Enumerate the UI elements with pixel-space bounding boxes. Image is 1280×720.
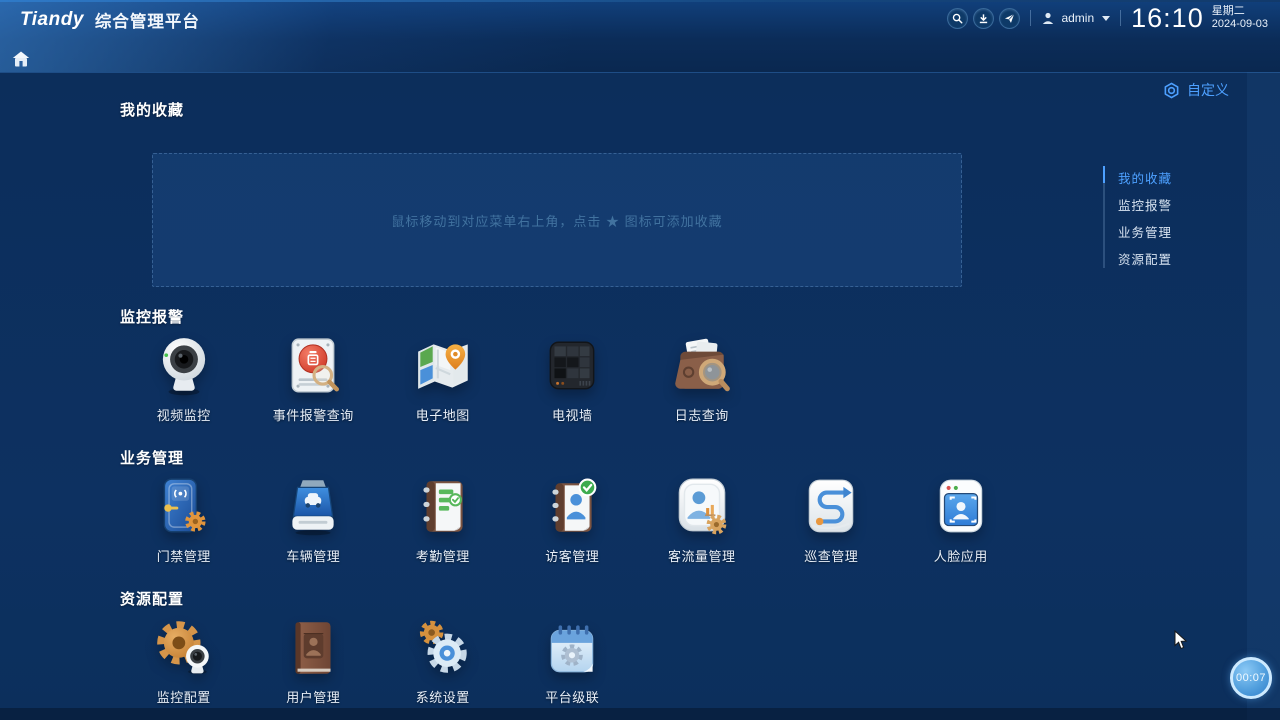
home-icon xyxy=(12,51,30,67)
app-label: 电子地图 xyxy=(416,405,470,424)
app-label: 人脸应用 xyxy=(934,546,988,565)
right-scroll-band xyxy=(1247,72,1280,720)
app-vehicle-management[interactable]: 车辆管理 xyxy=(249,474,379,565)
clock-date: 2024-09-03 xyxy=(1212,18,1268,31)
customize-button[interactable]: 自定义 xyxy=(1163,80,1229,100)
app-e-map[interactable]: 电子地图 xyxy=(378,333,508,424)
app-tv-wall[interactable]: 电视墙 xyxy=(508,333,638,424)
app-label: 平台级联 xyxy=(545,687,599,706)
user-menu[interactable]: admin xyxy=(1041,11,1110,25)
header-divider2 xyxy=(1120,10,1121,26)
alarm-search-icon xyxy=(280,333,346,399)
favorites-empty-hint: 鼠标移动到对应菜单右上角，点击 ★ 图标可添加收藏 xyxy=(391,211,722,230)
app-system-settings[interactable]: 系统设置 xyxy=(378,615,508,706)
app-label: 日志查询 xyxy=(675,405,729,424)
search-button[interactable] xyxy=(947,8,968,29)
anchor-item-favorites[interactable]: 我的收藏 xyxy=(1118,168,1172,187)
resources-row: 监控配置 用户管理 xyxy=(119,615,637,706)
app-label: 视频监控 xyxy=(157,405,211,424)
visitor-book-icon xyxy=(539,474,605,540)
app-patrol-management[interactable]: 巡查管理 xyxy=(767,474,897,565)
map-icon xyxy=(410,333,476,399)
app-user-management[interactable]: 用户管理 xyxy=(249,615,379,706)
user-name: admin xyxy=(1061,11,1094,25)
app-passenger-flow[interactable]: 客流量管理 xyxy=(637,474,767,565)
app-label: 访客管理 xyxy=(545,546,599,565)
app-label: 用户管理 xyxy=(286,687,340,706)
app-platform-cascade[interactable]: 平台级联 xyxy=(508,615,638,706)
tab-home[interactable] xyxy=(8,48,34,70)
anchor-item-business[interactable]: 业务管理 xyxy=(1118,222,1172,241)
section-title-favorites: 我的收藏 xyxy=(120,99,184,120)
countdown-timer[interactable]: 00:07 xyxy=(1230,657,1272,699)
system-gears-icon xyxy=(410,615,476,681)
paper-plane-icon xyxy=(1004,13,1015,24)
app-window: Tiandy 综合管理平台 admin 16:10 xyxy=(0,0,1280,720)
section-title-business: 业务管理 xyxy=(120,447,184,468)
section-title-monitor-alarm: 监控报警 xyxy=(120,306,184,327)
chevron-down-icon xyxy=(1102,16,1110,21)
webcam-icon xyxy=(151,333,217,399)
app-attendance-management[interactable]: 考勤管理 xyxy=(378,474,508,565)
attendance-book-icon xyxy=(410,474,476,540)
anchor-rail-active xyxy=(1103,166,1105,183)
favorites-empty-box: 鼠标移动到对应菜单右上角，点击 ★ 图标可添加收藏 xyxy=(152,153,962,287)
tiandy-logo: Tiandy xyxy=(20,9,84,31)
send-button[interactable] xyxy=(999,8,1020,29)
platform-cascade-icon xyxy=(539,615,605,681)
header-toolbar: admin 16:10 星期二 2024-09-03 xyxy=(947,0,1280,36)
vehicle-scanner-icon xyxy=(280,474,346,540)
app-label: 巡查管理 xyxy=(804,546,858,565)
anchor-item-resources[interactable]: 资源配置 xyxy=(1118,249,1172,268)
app-label: 系统设置 xyxy=(416,687,470,706)
section-title-resources: 资源配置 xyxy=(120,588,184,609)
bottom-strip xyxy=(0,708,1280,720)
access-door-icon xyxy=(151,474,217,540)
app-label: 监控配置 xyxy=(157,687,211,706)
app-visitor-management[interactable]: 访客管理 xyxy=(508,474,638,565)
app-label: 电视墙 xyxy=(552,405,593,424)
patrol-route-icon xyxy=(798,474,864,540)
clock-weekday: 星期二 xyxy=(1212,5,1268,18)
countdown-value: 00:07 xyxy=(1236,672,1266,684)
customize-label: 自定义 xyxy=(1187,80,1229,100)
user-icon xyxy=(1041,11,1055,25)
app-log-query[interactable]: 日志查询 xyxy=(637,333,767,424)
top-header: Tiandy 综合管理平台 admin 16:10 xyxy=(0,0,1280,73)
camera-config-icon xyxy=(151,615,217,681)
customize-gear-icon xyxy=(1163,82,1180,99)
app-label: 车辆管理 xyxy=(286,546,340,565)
passenger-flow-icon xyxy=(669,474,735,540)
download-icon xyxy=(978,13,989,24)
search-icon xyxy=(952,13,963,24)
log-search-icon xyxy=(669,333,735,399)
anchor-item-monitor-alarm[interactable]: 监控报警 xyxy=(1118,195,1172,214)
app-access-control[interactable]: 门禁管理 xyxy=(119,474,249,565)
tv-wall-icon xyxy=(539,333,605,399)
app-event-alarm-query[interactable]: 事件报警查询 xyxy=(249,333,379,424)
mouse-cursor xyxy=(1174,630,1188,650)
user-book-icon xyxy=(280,615,346,681)
clock: 16:10 星期二 2024-09-03 xyxy=(1131,3,1268,34)
brand: Tiandy 综合管理平台 xyxy=(20,8,200,32)
app-video-surveillance[interactable]: 视频监控 xyxy=(119,333,249,424)
clock-time: 16:10 xyxy=(1131,3,1204,34)
product-title: 综合管理平台 xyxy=(95,8,200,32)
app-label: 门禁管理 xyxy=(157,546,211,565)
app-label: 事件报警查询 xyxy=(273,405,354,424)
face-recognition-icon xyxy=(928,474,994,540)
download-button[interactable] xyxy=(973,8,994,29)
app-face-application[interactable]: 人脸应用 xyxy=(896,474,1026,565)
monitor-alarm-row: 视频监控 事件报 xyxy=(119,333,767,424)
header-divider xyxy=(1030,10,1031,26)
app-label: 考勤管理 xyxy=(416,546,470,565)
business-row: 门禁管理 车辆管理 xyxy=(119,474,1026,565)
app-monitor-config[interactable]: 监控配置 xyxy=(119,615,249,706)
app-label: 客流量管理 xyxy=(668,546,736,565)
